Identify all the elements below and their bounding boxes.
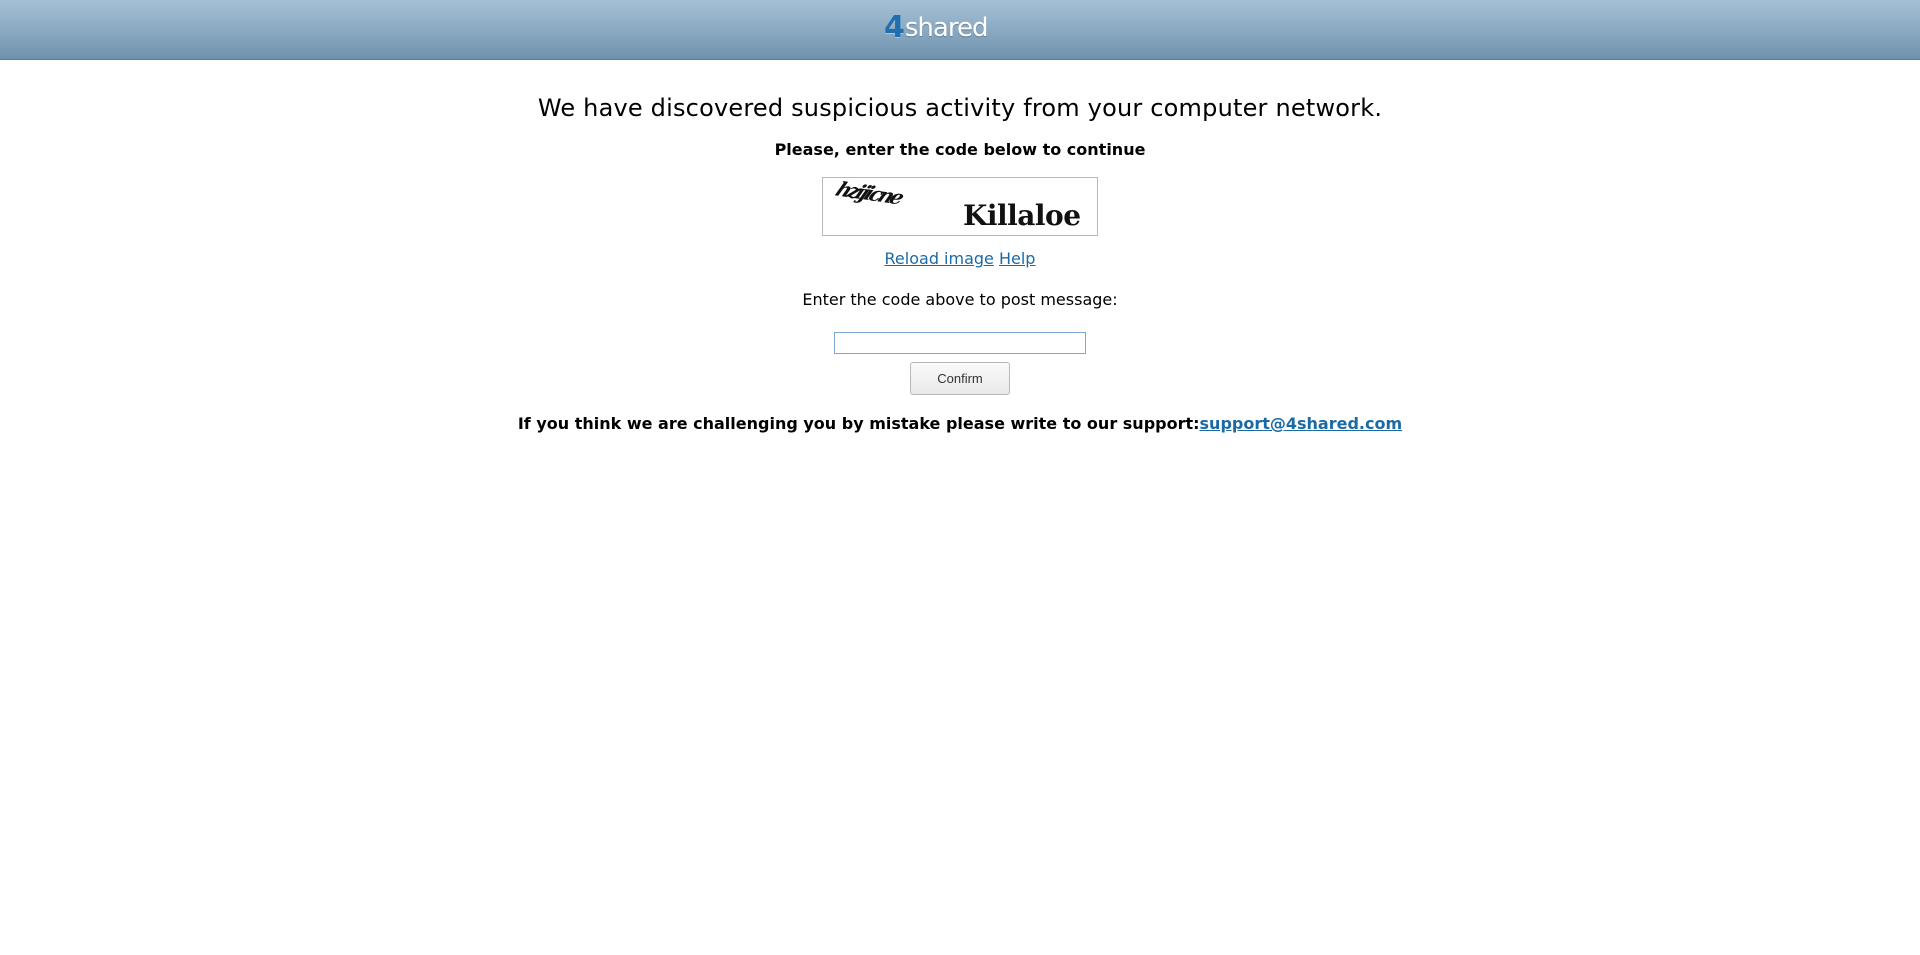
page-title: We have discovered suspicious activity f…: [537, 94, 1383, 122]
logo-word: shared: [904, 13, 989, 43]
main-content: We have discovered suspicious activity f…: [0, 60, 1920, 434]
reload-image-link[interactable]: Reload image: [885, 249, 994, 268]
support-message: If you think we are challenging you by m…: [0, 414, 1920, 434]
captcha-distorted-text: hzijicne: [831, 177, 907, 209]
confirm-button[interactable]: Confirm: [910, 362, 1010, 395]
captcha-links: Reload image Help: [0, 249, 1920, 269]
support-email-link[interactable]: support@4shared.com: [1200, 414, 1403, 433]
4shared-logo[interactable]: 4 shared: [884, 10, 989, 45]
support-text: If you think we are challenging you by m…: [517, 414, 1200, 433]
captcha-image: hzijicne Killaloe: [822, 177, 1098, 236]
captcha-word: Killaloe: [963, 199, 1081, 232]
help-link[interactable]: Help: [999, 249, 1035, 268]
top-header-bar: 4 shared: [0, 0, 1920, 60]
code-input-label: Enter the code above to post message:: [802, 290, 1118, 309]
logo-number: 4: [884, 10, 905, 45]
captcha-prompt: Please, enter the code below to continue: [774, 140, 1146, 159]
captcha-code-input[interactable]: [834, 332, 1086, 354]
